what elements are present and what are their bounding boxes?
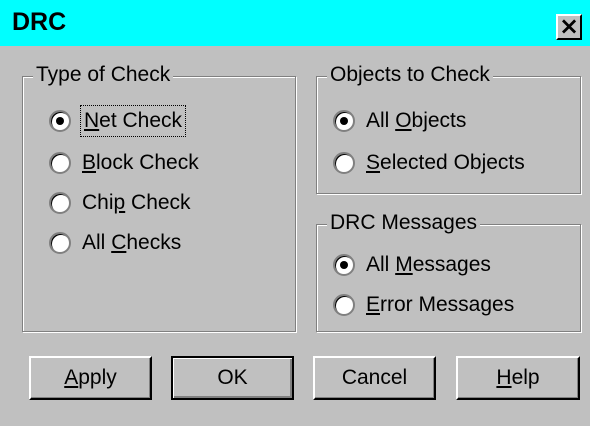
radio-button[interactable] — [333, 294, 355, 316]
all-checks-label: All Checks — [82, 231, 182, 254]
type-of-check-group: Type of Check Net Check Block Check Chip… — [22, 63, 296, 332]
title-bar: DRC × — [0, 0, 590, 46]
radio-all-objects[interactable]: All Objects — [333, 107, 573, 137]
radio-button[interactable] — [333, 152, 355, 174]
radio-selected-dot — [56, 117, 64, 125]
close-button[interactable]: × — [556, 12, 582, 40]
radio-selected-dot — [340, 117, 348, 125]
radio-button[interactable] — [49, 192, 71, 214]
objects-to-check-group: Objects to Check All Objects Selected Ob… — [316, 63, 581, 194]
block-check-label: Block Check — [82, 151, 199, 174]
radio-all-messages[interactable]: All Messages — [333, 251, 573, 281]
radio-all-checks[interactable]: All Checks — [49, 229, 269, 259]
radio-button[interactable] — [49, 110, 71, 132]
radio-button[interactable] — [333, 254, 355, 276]
chip-check-label: Chip Check — [82, 191, 191, 214]
selected-objects-label: Selected Objects — [366, 151, 525, 174]
radio-chip-check[interactable]: Chip Check — [49, 189, 269, 219]
radio-block-check[interactable]: Block Check — [49, 149, 269, 179]
close-icon: × — [558, 12, 580, 40]
drc-dialog: DRC × Type of Check Net Check Block Chec… — [0, 0, 590, 426]
radio-button[interactable] — [49, 152, 71, 174]
radio-net-check[interactable]: Net Check — [49, 105, 269, 137]
all-objects-label: All Objects — [366, 109, 467, 132]
type-of-check-title: Type of Check — [33, 63, 174, 87]
radio-selected-dot — [340, 261, 348, 269]
drc-messages-title: DRC Messages — [327, 211, 481, 235]
drc-messages-group: DRC Messages All Messages Error Messages — [316, 211, 581, 332]
apply-button[interactable]: Apply — [29, 356, 152, 400]
radio-button[interactable] — [333, 110, 355, 132]
help-button[interactable]: Help — [456, 356, 580, 400]
radio-error-messages[interactable]: Error Messages — [333, 291, 573, 321]
objects-to-check-title: Objects to Check — [327, 63, 493, 87]
error-messages-label: Error Messages — [366, 293, 515, 316]
window-title: DRC — [12, 8, 67, 36]
all-messages-label: All Messages — [366, 253, 491, 276]
ok-button[interactable]: OK — [171, 356, 294, 400]
radio-selected-objects[interactable]: Selected Objects — [333, 149, 573, 179]
radio-button[interactable] — [49, 232, 71, 254]
cancel-button[interactable]: Cancel — [313, 356, 436, 400]
net-check-label: Net Check — [79, 105, 187, 137]
